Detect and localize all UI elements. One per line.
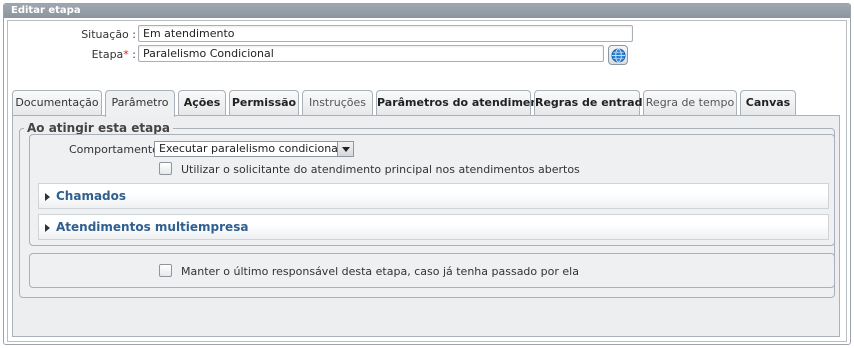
etapa-label: Etapa* : — [8, 48, 136, 61]
tab-regra-tempo[interactable]: Regra de tempo — [643, 90, 737, 116]
responsavel-checkbox[interactable] — [159, 264, 172, 277]
section-chamados-label: Chamados — [56, 189, 127, 203]
tab-instrucoes[interactable]: Instruções — [302, 90, 373, 116]
tab-canvas[interactable]: Canvas — [740, 90, 796, 116]
comportamento-select[interactable]: Executar paralelismo condicional — [154, 141, 354, 157]
behaviour-box: Comportamento : Executar paralelismo con… — [29, 134, 835, 246]
responsavel-box: Manter o último responsável desta etapa,… — [29, 253, 835, 288]
situacao-field[interactable]: Em atendimento — [138, 25, 633, 42]
situacao-label: Situação : — [81, 28, 136, 41]
fieldset-ao-atingir: Ao atingir esta etapa Comportamento : Ex… — [19, 121, 835, 298]
situacao-row: Situação : — [8, 25, 136, 43]
caret-right-icon — [45, 193, 50, 201]
chevron-down-icon[interactable] — [337, 142, 353, 156]
etapa-field[interactable]: Paralelismo Condicional — [138, 45, 604, 62]
responsavel-label: Manter o último responsável desta etapa,… — [181, 265, 579, 278]
etapa-label-text: Etapa — [91, 48, 124, 61]
tab-parametros-atendimento[interactable]: Parâmetros do atendimento — [376, 90, 551, 116]
tab-permissao[interactable]: Permissão — [229, 90, 299, 116]
tab-panel-parametro: Ao atingir esta etapa Comportamento : Ex… — [12, 115, 840, 337]
comportamento-label: Comportamento : — [69, 143, 167, 156]
etapa-label-suffix: : — [128, 48, 136, 61]
tab-parametro[interactable]: Parâmetro — [105, 90, 175, 117]
comportamento-value: Executar paralelismo condicional — [159, 142, 341, 155]
section-chamados[interactable]: Chamados — [38, 183, 829, 209]
fieldset-legend: Ao atingir esta etapa — [24, 121, 173, 135]
solicitante-checkbox[interactable] — [159, 162, 172, 175]
solicitante-label: Utilizar o solicitante do atendimento pr… — [181, 163, 580, 176]
dialog-content: Situação : Em atendimento Etapa* : Paral… — [7, 20, 847, 342]
tab-acoes[interactable]: Ações — [178, 90, 226, 116]
window-title: Editar etapa — [4, 4, 850, 18]
section-multiempresa[interactable]: Atendimentos multiempresa — [38, 214, 829, 240]
section-multiempresa-label: Atendimentos multiempresa — [56, 220, 249, 234]
tab-documentacao[interactable]: Documentação — [12, 90, 102, 116]
etapa-row: Etapa* : — [8, 45, 136, 63]
tab-regras-entrada[interactable]: Regras de entrada — [534, 90, 650, 116]
edit-stage-window: Editar etapa Situação : Em atendimento E… — [3, 3, 851, 345]
globe-icon[interactable] — [608, 45, 628, 65]
caret-right-icon — [45, 224, 50, 232]
